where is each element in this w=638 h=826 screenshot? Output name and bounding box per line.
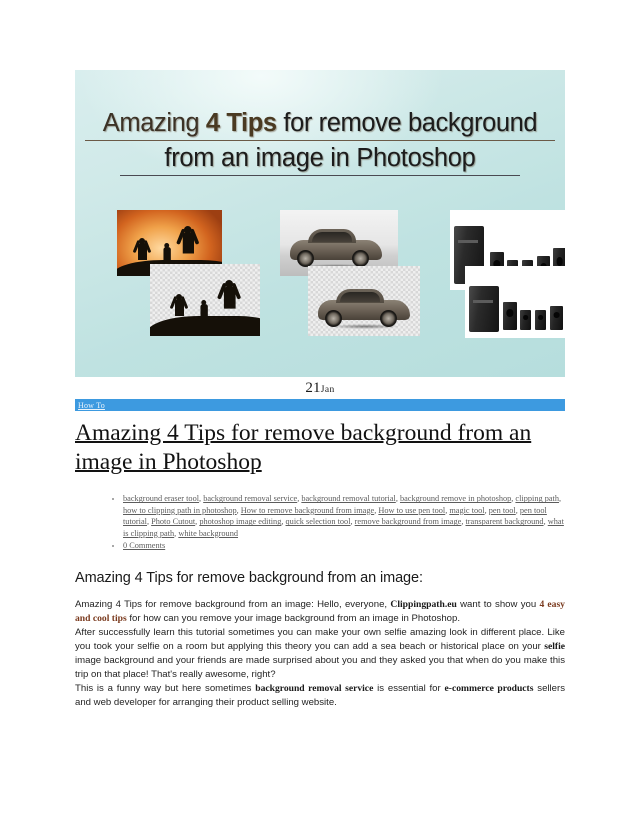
banner-headline-lead: Amazing	[102, 109, 206, 137]
tag-link[interactable]: clipping path	[515, 494, 559, 503]
tag-link[interactable]: transparent background	[465, 517, 543, 526]
article-paragraph-1: Amazing 4 Tips for remove background fro…	[75, 598, 565, 626]
paragraph-3-text-a: This is a funny way but here sometimes	[75, 683, 256, 695]
post-tags-item: background eraser tool, background remov…	[123, 493, 565, 539]
banner-headline-line-2: from an image in Photoshop	[120, 143, 520, 177]
tag-link[interactable]: background removal service	[203, 494, 297, 503]
tag-link[interactable]: How to use pen tool	[378, 506, 445, 515]
post-tags: background eraser tool, background remov…	[123, 494, 564, 537]
tag-link[interactable]: how to clipping path in photoshop	[123, 506, 237, 515]
tag-link[interactable]: remove background from image	[355, 517, 462, 526]
sample-photo-car-cutout	[308, 266, 420, 336]
post-featured-image: Amazing 4 Tips for remove background fro…	[75, 70, 565, 377]
tag-link[interactable]: Photo Cutout	[151, 517, 195, 526]
comments-link[interactable]: 0 Comments	[123, 541, 165, 550]
post-date: 21Jan	[75, 377, 565, 397]
tag-link[interactable]: How to remove background from image	[241, 506, 374, 515]
banner-headline-tail: for remove background	[276, 109, 538, 137]
banner-headline-line-1: Amazing 4 Tips for remove background	[85, 108, 555, 142]
sample-photo-electronics-cutout	[465, 266, 565, 338]
article-section-heading: Amazing 4 Tips for remove background fro…	[75, 569, 423, 586]
category-link-how-to[interactable]: How To	[75, 401, 105, 410]
paragraph-1-text-c: for how can you remove your image backgr…	[126, 612, 461, 624]
tag-link[interactable]: background eraser tool	[123, 494, 199, 503]
post-comments: 0 Comments	[123, 541, 165, 550]
article-paragraph-3: This is a funny way but here sometimes b…	[75, 682, 565, 710]
tag-link[interactable]: quick selection tool	[286, 517, 351, 526]
paragraph-2-text-b: image background and your friends are ma…	[75, 655, 565, 681]
banner-headline-emphasis: 4 Tips	[205, 109, 277, 137]
post-comments-item: 0 Comments	[123, 540, 565, 551]
post-category-bar: How To	[75, 399, 565, 411]
article-body: Amazing 4 Tips for remove background fro…	[75, 598, 565, 711]
paragraph-3-text-b: is essential for	[373, 683, 445, 695]
tag-link[interactable]: pen tool	[489, 506, 516, 515]
post-meta-list: background eraser tool, background remov…	[75, 493, 565, 551]
paragraph-2-text-a: After successfully learn this tutorial s…	[75, 626, 565, 652]
document-page: Amazing 4 Tips for remove background fro…	[0, 0, 638, 826]
post-content-column: Amazing 4 Tips for remove background fro…	[75, 70, 565, 710]
tag-separator: ,	[558, 494, 562, 504]
keyword-ecommerce-products: e-commerce products	[444, 683, 534, 695]
brand-name: Clippingpath.eu	[390, 598, 457, 610]
paragraph-1-text-b: want to show you	[456, 598, 540, 610]
keyword-selfie: selfie	[544, 640, 565, 652]
tag-link[interactable]: photoshop image editing	[199, 517, 281, 526]
paragraph-1-text-a: Amazing 4 Tips for remove background fro…	[75, 598, 391, 610]
tag-link[interactable]: background remove in photoshop	[400, 494, 511, 503]
silhouette-ground	[150, 316, 260, 336]
post-date-day: 21	[305, 380, 321, 396]
banner-headline: Amazing 4 Tips for remove background fro…	[75, 108, 565, 177]
tag-link[interactable]: background removal tutorial	[301, 494, 395, 503]
page-title: Amazing 4 Tips for remove background fro…	[75, 419, 565, 478]
keyword-background-removal-service: background removal service	[255, 683, 374, 695]
tag-link[interactable]: magic tool	[449, 506, 484, 515]
tag-link[interactable]: white background	[178, 529, 238, 538]
post-date-month: Jan	[320, 385, 335, 395]
article-paragraph-2: After successfully learn this tutorial s…	[75, 626, 565, 682]
sample-photo-people-cutout	[150, 264, 260, 336]
post-title-link[interactable]: Amazing 4 Tips for remove background fro…	[75, 420, 531, 475]
